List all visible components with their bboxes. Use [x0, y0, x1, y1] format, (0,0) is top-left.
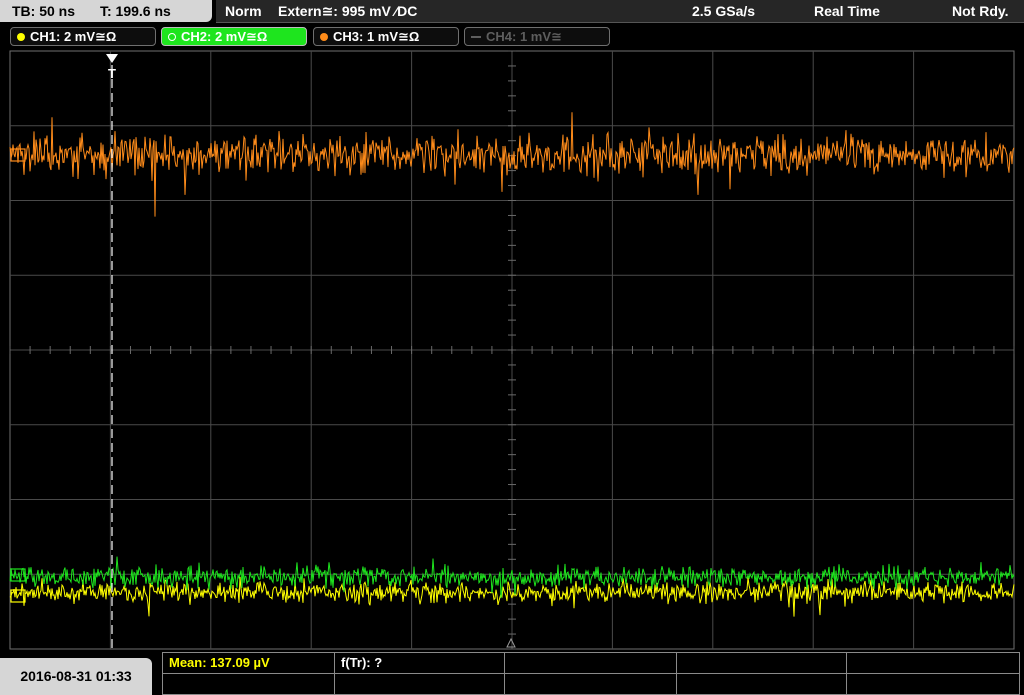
ch3-label: CH3: 1 mV≅Ω: [333, 29, 420, 44]
acquisition-status-bar[interactable]: Norm Extern≅: 995 mV ∕DC 2.5 GSa/s Real …: [216, 0, 1024, 23]
frequency-measurement[interactable]: f(Tr): ?: [335, 653, 505, 673]
measurement-slot-5[interactable]: [847, 653, 1019, 673]
mean-measurement[interactable]: Mean: 137.09 µV: [163, 653, 335, 673]
channel-tab-ch4[interactable]: CH4: 1 mV≅: [464, 27, 610, 46]
acquisition-mode: Real Time: [814, 3, 880, 19]
measurement-slot-7[interactable]: [335, 673, 505, 694]
channel-tab-ch1[interactable]: CH1: 2 mV≅Ω: [10, 27, 156, 46]
measurement-slot-9[interactable]: [677, 673, 847, 694]
channel-tab-ch2[interactable]: CH2: 2 mV≅Ω: [161, 27, 307, 46]
measurement-table[interactable]: Mean: 137.09 µV f(Tr): ?: [162, 652, 1020, 695]
ch1-label: CH1: 2 mV≅Ω: [30, 29, 117, 44]
measurement-slot-8[interactable]: [505, 673, 677, 694]
channel-tab-ch3[interactable]: CH3: 1 mV≅Ω: [313, 27, 459, 46]
trigger-time-label: T: 199.6 ns: [100, 3, 171, 19]
trigger-mode: Norm: [225, 3, 262, 19]
ch2-label: CH2: 2 mV≅Ω: [181, 29, 268, 44]
sample-rate: 2.5 GSa/s: [692, 3, 756, 19]
timebase-label: TB: 50 ns: [12, 3, 76, 19]
measurement-slot-6[interactable]: [163, 673, 335, 694]
measurement-slot-10[interactable]: [847, 673, 1019, 694]
ch4-off-icon: [471, 36, 481, 38]
trigger-position-label: T: [108, 66, 116, 81]
ch4-label: CH4: 1 mV≅: [486, 29, 562, 44]
ch2-color-dot: [168, 33, 176, 41]
ready-status: Not Rdy.: [952, 3, 1009, 19]
datetime-box: 2016-08-31 01:33: [0, 658, 152, 695]
footer: 2016-08-31 01:33 Mean: 137.09 µV f(Tr): …: [0, 650, 1024, 695]
top-bar: TB: 50 ns T: 199.6 ns Norm Extern≅: 995 …: [0, 0, 1024, 24]
measurement-slot-4[interactable]: [677, 653, 847, 673]
trigger-source: Extern≅: 995 mV ∕DC: [278, 3, 418, 19]
ch1-color-dot: [17, 33, 25, 41]
measurement-slot-3[interactable]: [505, 653, 677, 673]
datetime: 2016-08-31 01:33: [20, 668, 132, 684]
waveform-display[interactable]: T: [0, 49, 1024, 650]
timebase-box[interactable]: TB: 50 ns T: 199.6 ns: [0, 0, 212, 22]
ch3-color-dot: [320, 33, 328, 41]
